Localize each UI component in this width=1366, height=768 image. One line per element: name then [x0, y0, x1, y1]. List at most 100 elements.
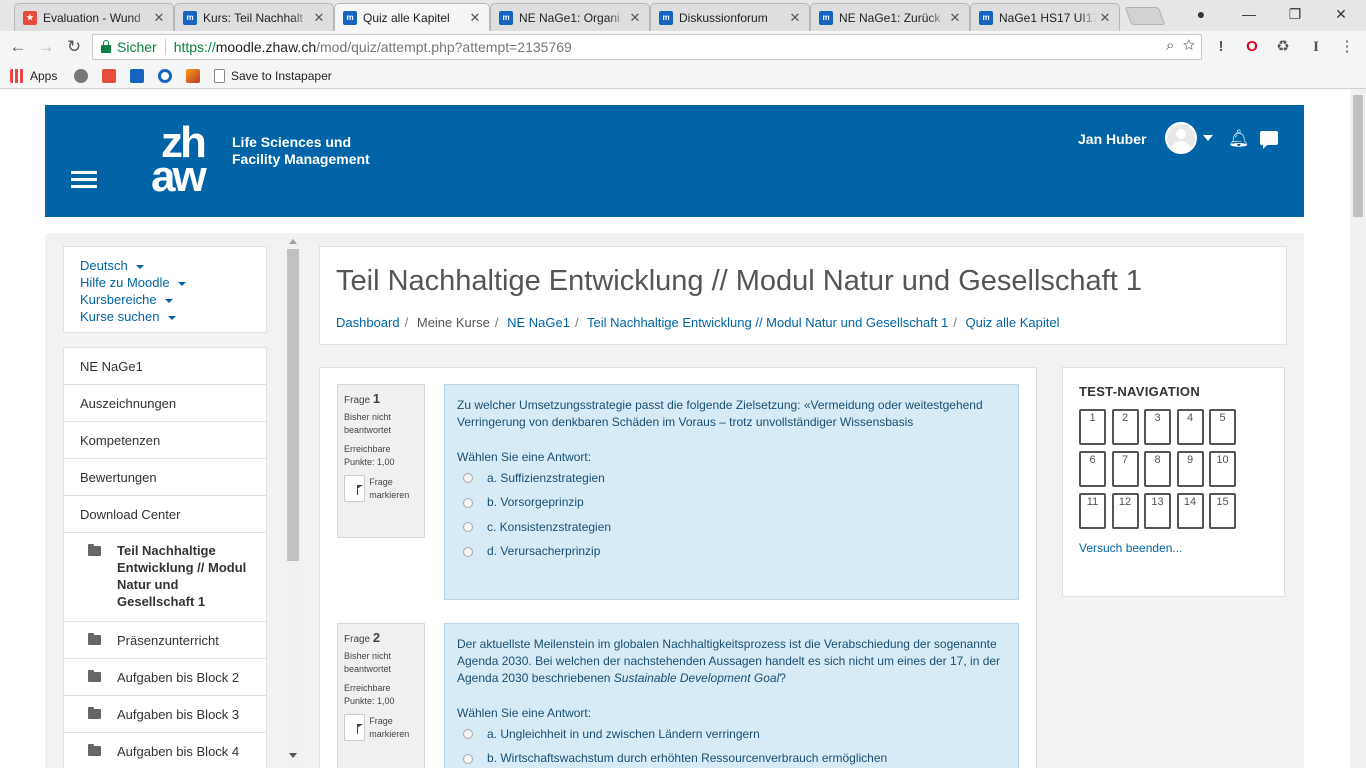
course-areas-menu[interactable]: Kursbereiche	[80, 291, 250, 308]
search-courses-menu[interactable]: Kurse suchen	[80, 308, 250, 325]
zhaw-logo[interactable]: zh aw	[151, 119, 221, 201]
question-nav-button[interactable]: 7	[1111, 451, 1139, 487]
answer-label[interactable]: b. Wirtschaftswachstum durch erhöhten Re…	[487, 750, 887, 767]
language-menu[interactable]: Deutsch	[80, 257, 250, 274]
minimize-icon[interactable]: —	[1226, 0, 1272, 31]
sidebar-scrollbar[interactable]	[286, 237, 300, 767]
breadcrumb-section[interactable]: Teil Nachhaltige Entwicklung // Modul Na…	[587, 315, 948, 330]
answer-option[interactable]: b. Wirtschaftswachstum durch erhöhten Re…	[457, 747, 1006, 768]
close-tab-icon[interactable]: ✕	[311, 10, 327, 26]
question-nav-button[interactable]: 11	[1079, 493, 1106, 529]
new-tab-button[interactable]	[1124, 7, 1166, 25]
close-tab-icon[interactable]: ✕	[1097, 10, 1113, 26]
profile-icon[interactable]: ●	[1178, 0, 1224, 31]
question-nav-button[interactable]: 13	[1144, 493, 1171, 529]
radio-button[interactable]	[463, 473, 473, 484]
sidebar-section[interactable]: Präsenzunterricht	[64, 622, 266, 659]
bookmark-circle[interactable]	[158, 68, 178, 84]
close-tab-icon[interactable]: ✕	[947, 10, 963, 26]
browser-tab[interactable]: m NaGe1 HS17 UI17 ✕	[970, 3, 1120, 31]
menu-dots-icon[interactable]: ⋮	[1336, 36, 1358, 58]
flag-icon[interactable]	[344, 475, 366, 502]
radio-button[interactable]	[463, 546, 473, 557]
browser-tab[interactable]: m NE NaGe1: Zurück ✕	[810, 3, 970, 31]
bookmark-apple[interactable]	[74, 68, 94, 84]
question-nav-button[interactable]: 6	[1079, 451, 1106, 487]
answer-label[interactable]: a. Suffizienzstrategien	[487, 470, 605, 487]
flag-icon[interactable]	[344, 714, 366, 741]
bookmark-apps[interactable]: Apps	[10, 68, 57, 84]
sidebar-item-course[interactable]: NE NaGe1	[64, 348, 266, 385]
sidebar-section[interactable]: Aufgaben bis Block 2	[64, 659, 266, 696]
browser-tab[interactable]: m Kurs: Teil Nachhalt ✕	[174, 3, 334, 31]
page-scrollbar[interactable]	[1350, 89, 1366, 768]
sidebar-section-current[interactable]: Teil Nachhaltige Entwicklung // Modul Na…	[64, 533, 266, 622]
user-menu-chevron-down-icon[interactable]	[1203, 135, 1213, 141]
answer-option[interactable]: b. Vorsorgeprinzip	[457, 491, 1006, 516]
finish-attempt-link[interactable]: Versuch beenden...	[1079, 541, 1268, 555]
close-tab-icon[interactable]: ✕	[787, 10, 803, 26]
browser-tab-active[interactable]: m Quiz alle Kapitel ✕	[334, 3, 490, 31]
sidebar-item-download-center[interactable]: Download Center	[64, 496, 266, 533]
scrollbar-thumb[interactable]	[1353, 95, 1363, 217]
user-name[interactable]: Jan Huber	[1078, 131, 1146, 147]
sidebar-item-badges[interactable]: Auszeichnungen	[64, 385, 266, 422]
flag-question[interactable]: Frage markieren	[344, 714, 418, 741]
hamburger-menu-icon[interactable]	[71, 171, 97, 191]
close-tab-icon[interactable]: ✕	[467, 10, 483, 26]
notification-bell-icon[interactable]: 🔔︎	[1228, 129, 1250, 149]
question-nav-button[interactable]: 5	[1209, 409, 1236, 445]
question-nav-button[interactable]: 14	[1176, 493, 1204, 529]
sidebar-item-competencies[interactable]: Kompetenzen	[64, 422, 266, 459]
recycle-extension-icon[interactable]: ♻	[1272, 36, 1294, 58]
address-bar[interactable]: Sicher https://moodle.zhaw.ch/mod/quiz/a…	[92, 34, 1202, 60]
question-nav-button[interactable]: 15	[1209, 493, 1236, 529]
breadcrumb-course[interactable]: NE NaGe1	[507, 315, 570, 330]
restore-icon[interactable]: ❐	[1272, 0, 1318, 31]
answer-option[interactable]: a. Ungleichheit in und zwischen Ländern …	[457, 722, 1006, 747]
answer-label[interactable]: a. Ungleichheit in und zwischen Ländern …	[487, 726, 760, 743]
radio-button[interactable]	[463, 729, 473, 740]
breadcrumb-quiz[interactable]: Quiz alle Kapitel	[966, 315, 1060, 330]
instapaper-extension-icon[interactable]: I	[1305, 36, 1327, 58]
scroll-up-icon[interactable]	[289, 239, 297, 244]
exclamation-extension-icon[interactable]: !	[1210, 36, 1232, 58]
reload-icon[interactable]: ↻	[62, 35, 86, 59]
bookmark-pma[interactable]	[186, 68, 206, 84]
zoom-icon[interactable]: ⌕	[1166, 37, 1174, 54]
bookmark-red[interactable]	[102, 68, 122, 84]
messages-chat-icon[interactable]	[1260, 131, 1278, 149]
bookmark-instapaper[interactable]: Save to Instapaper	[214, 68, 332, 84]
question-nav-button[interactable]: 10	[1209, 451, 1236, 487]
back-arrow-icon[interactable]: ←	[6, 35, 30, 59]
window-close-icon[interactable]: ✕	[1318, 0, 1364, 31]
breadcrumb-dashboard[interactable]: Dashboard	[336, 315, 400, 330]
answer-option[interactable]: d. Verursacherprinzip	[457, 540, 1006, 565]
browser-tab[interactable]: m Diskussionforum ✕	[650, 3, 810, 31]
answer-label[interactable]: b. Vorsorgeprinzip	[487, 494, 584, 511]
sidebar-item-grades[interactable]: Bewertungen	[64, 459, 266, 496]
browser-tab[interactable]: m NE NaGe1: Organi ✕	[490, 3, 650, 31]
radio-button[interactable]	[463, 753, 473, 764]
browser-tab[interactable]: ★ Evaluation - Wund ✕	[14, 3, 174, 31]
question-nav-button[interactable]: 9	[1176, 451, 1204, 487]
star-icon[interactable]: ☆	[1183, 37, 1195, 54]
question-nav-button[interactable]: 2	[1111, 409, 1139, 445]
flag-question[interactable]: Frage markieren	[344, 475, 418, 502]
help-menu[interactable]: Hilfe zu Moodle	[80, 274, 250, 291]
question-nav-button[interactable]: 3	[1144, 409, 1171, 445]
scrollbar-thumb[interactable]	[287, 249, 299, 561]
bookmark-zhaw[interactable]	[130, 68, 150, 84]
answer-option[interactable]: a. Suffizienzstrategien	[457, 466, 1006, 491]
forward-arrow-icon[interactable]: →	[34, 35, 58, 59]
sidebar-section[interactable]: Aufgaben bis Block 4	[64, 733, 266, 768]
answer-label[interactable]: d. Verursacherprinzip	[487, 543, 600, 560]
avatar[interactable]	[1165, 122, 1197, 154]
scroll-down-icon[interactable]	[289, 753, 297, 758]
close-tab-icon[interactable]: ✕	[151, 10, 167, 26]
question-nav-button[interactable]: 4	[1176, 409, 1204, 445]
close-tab-icon[interactable]: ✕	[627, 10, 643, 26]
radio-button[interactable]	[463, 522, 473, 533]
opera-extension-icon[interactable]: O	[1241, 36, 1263, 58]
answer-option[interactable]: c. Konsistenzstrategien	[457, 515, 1006, 540]
